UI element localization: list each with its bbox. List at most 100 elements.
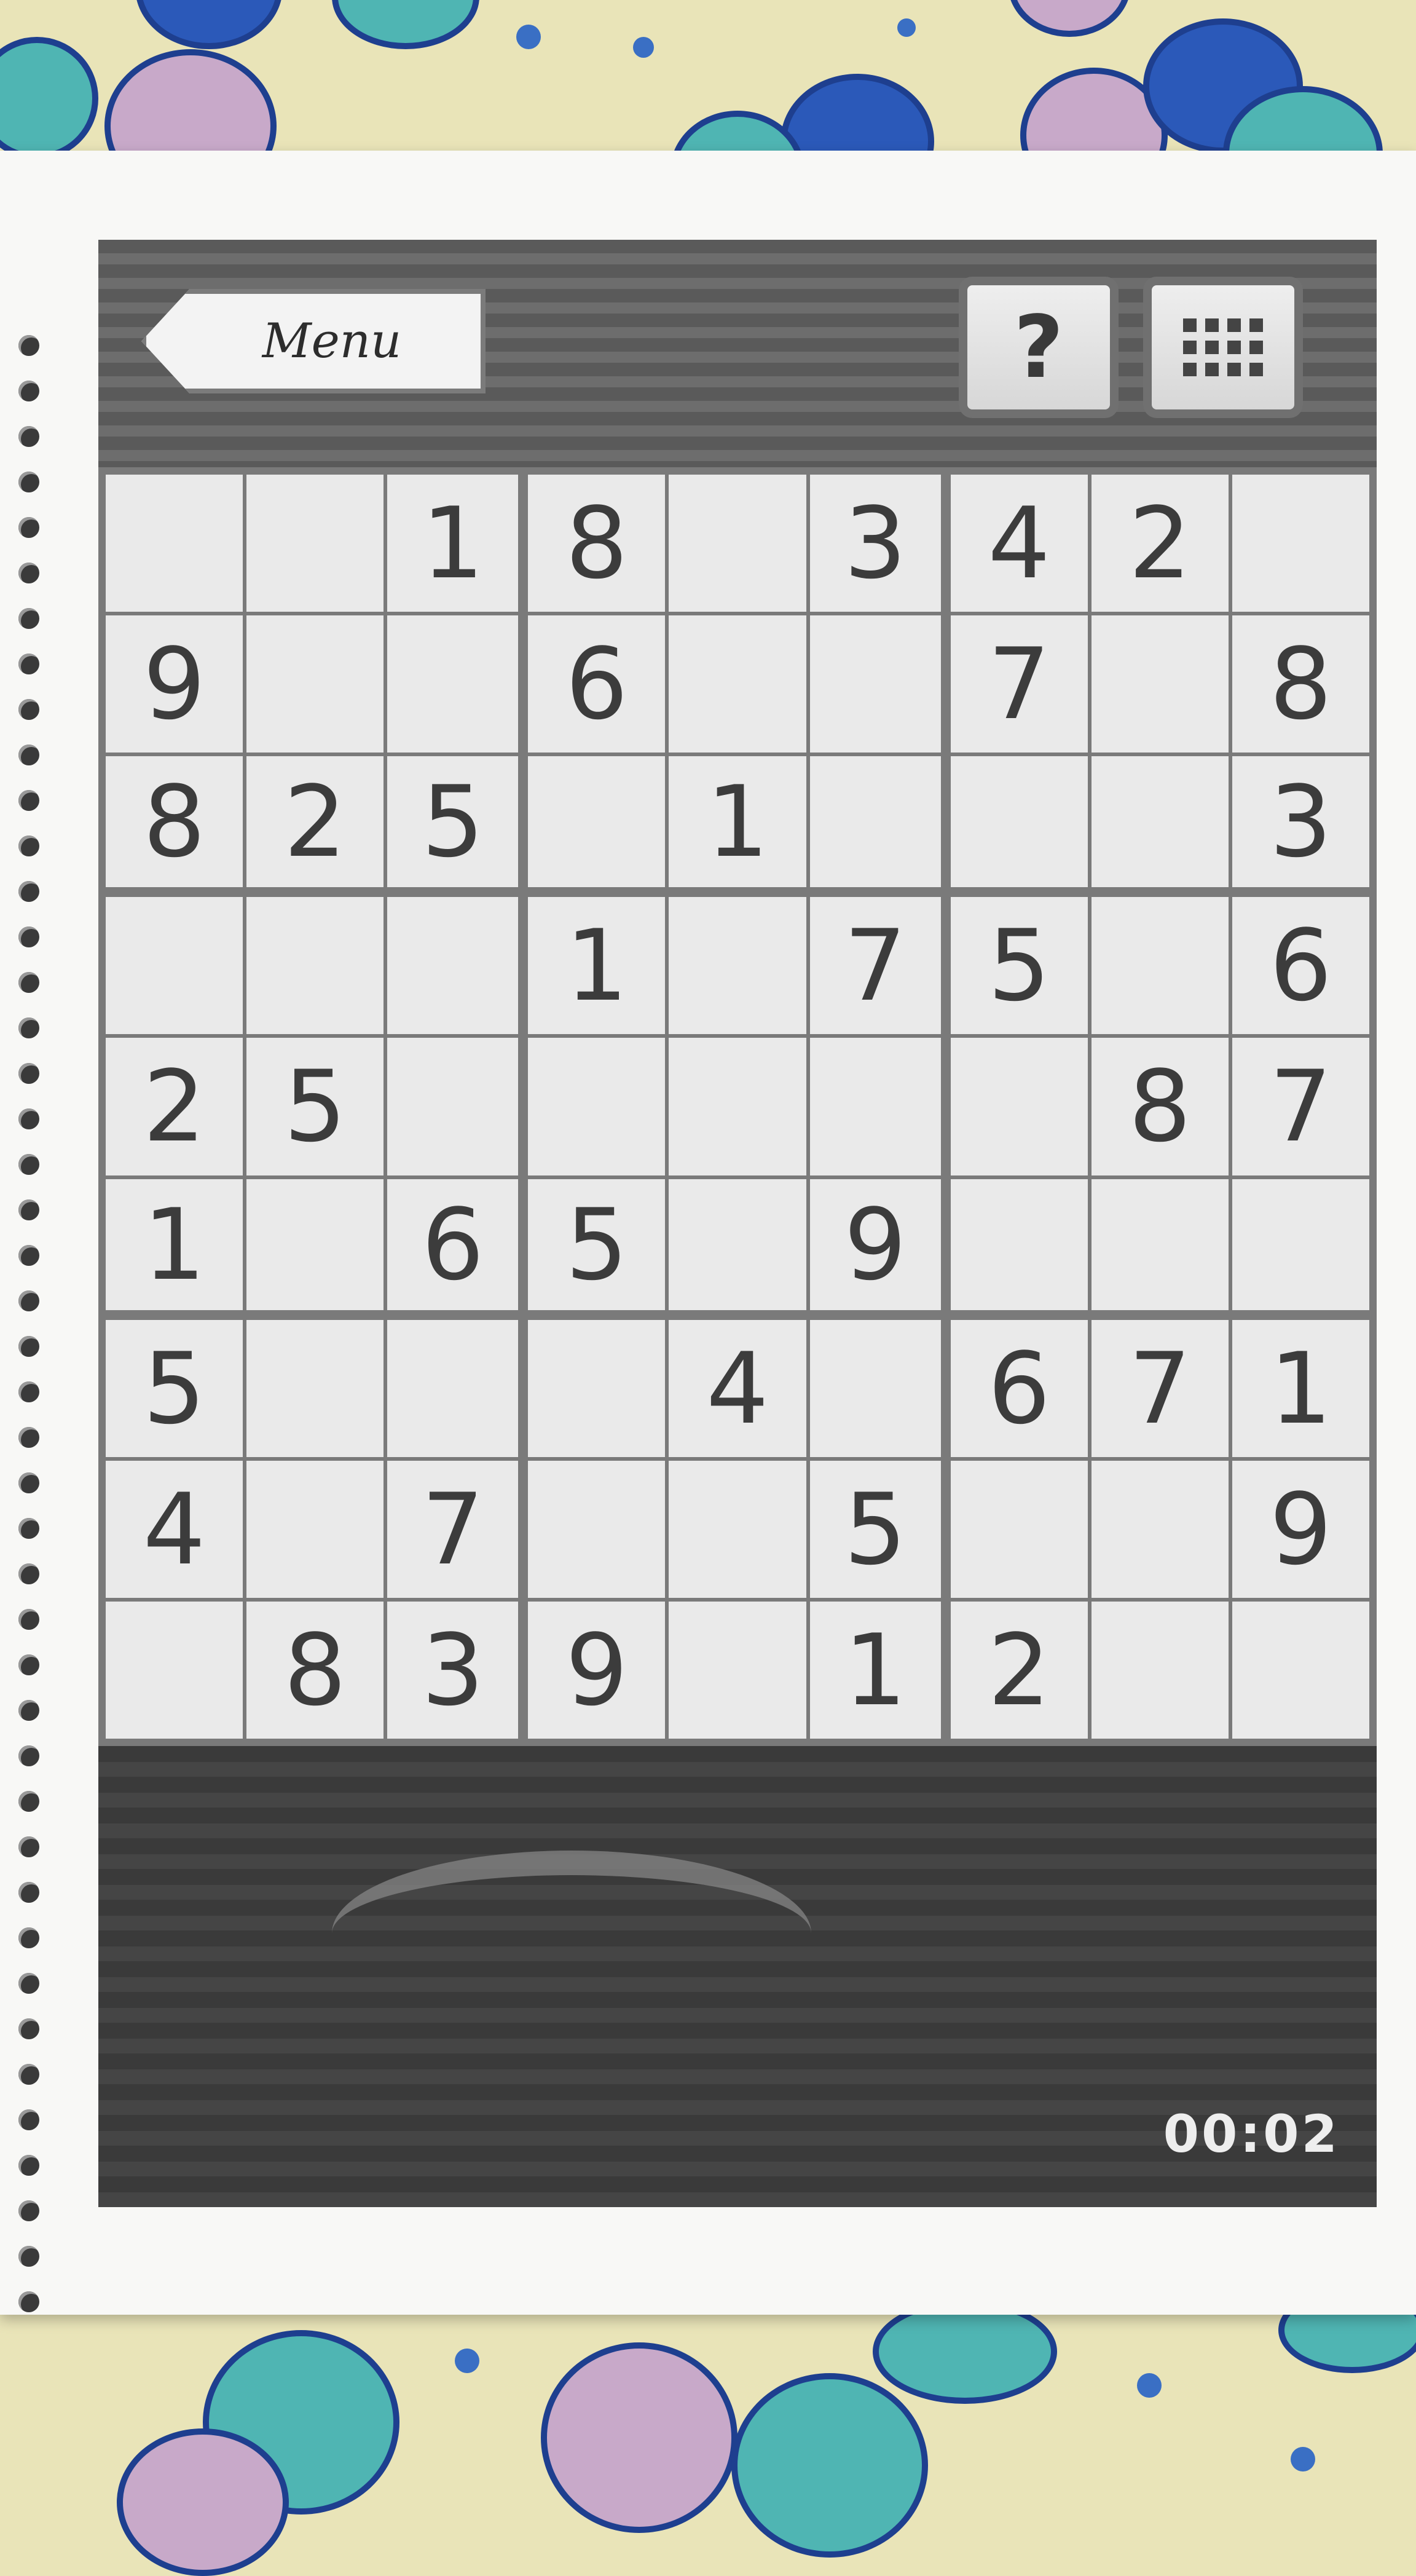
sudoku-cell[interactable]: 1 — [1232, 1319, 1369, 1457]
menu-button-label: Menu — [262, 314, 402, 369]
sudoku-cell[interactable]: 2 — [1091, 475, 1229, 612]
sudoku-cell[interactable] — [669, 1460, 806, 1598]
sudoku-cell[interactable]: 9 — [1232, 1460, 1369, 1598]
binding-hole — [18, 1381, 39, 1402]
sudoku-cell[interactable] — [669, 1038, 806, 1175]
sudoku-cell[interactable] — [246, 475, 384, 612]
sudoku-cell[interactable] — [950, 1179, 1088, 1310]
sudoku-cell[interactable]: 8 — [1091, 1038, 1229, 1175]
sudoku-cell[interactable]: 6 — [387, 1179, 519, 1310]
binding-hole — [18, 1745, 39, 1766]
sudoku-cell[interactable] — [1091, 897, 1229, 1035]
sudoku-cell[interactable]: 3 — [1232, 756, 1369, 888]
sudoku-cell[interactable]: 4 — [950, 475, 1088, 612]
sudoku-cell[interactable]: 5 — [246, 1038, 384, 1175]
sudoku-cell[interactable] — [387, 615, 519, 753]
sudoku-cell[interactable] — [1091, 756, 1229, 888]
binding-hole — [18, 2109, 39, 2130]
game-timer: 00:02 — [1163, 2104, 1340, 2164]
binding-hole — [18, 381, 39, 401]
sudoku-cell[interactable] — [809, 1319, 941, 1457]
sudoku-cell[interactable] — [528, 1319, 666, 1457]
sudoku-cell[interactable]: 5 — [809, 1460, 941, 1598]
sudoku-cell[interactable]: 2 — [106, 1038, 243, 1175]
sudoku-cell[interactable]: 2 — [950, 1601, 1088, 1739]
sudoku-cell[interactable]: 6 — [950, 1319, 1088, 1457]
sudoku-cell[interactable] — [246, 1319, 384, 1457]
sudoku-cell[interactable]: 8 — [246, 1601, 384, 1739]
sudoku-cell[interactable]: 7 — [809, 897, 941, 1035]
sudoku-cell[interactable]: 1 — [669, 756, 806, 888]
sudoku-cell[interactable]: 9 — [106, 615, 243, 753]
binding-hole — [18, 608, 39, 629]
binding-hole — [18, 2291, 39, 2312]
sudoku-cell[interactable] — [1091, 615, 1229, 753]
sudoku-cell[interactable]: 5 — [950, 897, 1088, 1035]
sudoku-cell[interactable] — [669, 475, 806, 612]
sudoku-cell[interactable]: 4 — [106, 1460, 243, 1598]
sudoku-cell[interactable] — [528, 1460, 666, 1598]
sudoku-cell[interactable] — [106, 897, 243, 1035]
sudoku-cell[interactable]: 9 — [809, 1179, 941, 1310]
bottom-panel: 00:02 — [98, 1746, 1377, 2207]
sudoku-cell[interactable]: 7 — [950, 615, 1088, 753]
sudoku-cell[interactable]: 8 — [528, 475, 666, 612]
sudoku-cell[interactable] — [106, 1601, 243, 1739]
sudoku-cell[interactable]: 5 — [106, 1319, 243, 1457]
sudoku-cell[interactable] — [1091, 1601, 1229, 1739]
sudoku-cell[interactable]: 1 — [809, 1601, 941, 1739]
sudoku-cell[interactable] — [669, 615, 806, 753]
sudoku-cell[interactable]: 9 — [528, 1601, 666, 1739]
sudoku-cell[interactable]: 5 — [528, 1179, 666, 1310]
sudoku-cell[interactable]: 1 — [387, 475, 519, 612]
sudoku-cell[interactable] — [669, 1179, 806, 1310]
sudoku-cell[interactable]: 6 — [1232, 897, 1369, 1035]
sudoku-cell[interactable]: 1 — [106, 1179, 243, 1310]
sudoku-cell[interactable] — [809, 756, 941, 888]
menu-button[interactable]: Menu — [141, 289, 486, 393]
sudoku-cell[interactable] — [1232, 1179, 1369, 1310]
sudoku-cell[interactable] — [1091, 1460, 1229, 1598]
game-screen: Menu ? 183429678825131756258716595467147… — [98, 240, 1377, 2207]
help-button[interactable]: ? — [959, 277, 1119, 418]
sudoku-cell[interactable] — [246, 615, 384, 753]
sudoku-cell[interactable]: 6 — [528, 615, 666, 753]
sudoku-cell[interactable] — [246, 1179, 384, 1310]
binding-hole — [18, 1063, 39, 1084]
binding-hole — [18, 1882, 39, 1903]
sudoku-cell[interactable]: 8 — [106, 756, 243, 888]
binding-hole — [18, 745, 39, 765]
sudoku-cell[interactable] — [528, 756, 666, 888]
sudoku-cell[interactable] — [950, 1038, 1088, 1175]
sudoku-cell[interactable]: 5 — [387, 756, 519, 888]
sudoku-cell[interactable] — [1091, 1179, 1229, 1310]
top-bar: Menu ? — [98, 240, 1377, 467]
sudoku-cell[interactable] — [669, 897, 806, 1035]
sudoku-cell[interactable]: 2 — [246, 756, 384, 888]
binding-hole — [18, 426, 39, 447]
sudoku-cell[interactable] — [809, 1038, 941, 1175]
sudoku-cell[interactable] — [387, 1038, 519, 1175]
sudoku-cell[interactable] — [950, 756, 1088, 888]
sudoku-cell[interactable]: 3 — [387, 1601, 519, 1739]
sudoku-cell[interactable] — [528, 1038, 666, 1175]
sudoku-cell[interactable]: 3 — [809, 475, 941, 612]
binding-hole — [18, 1700, 39, 1721]
sudoku-cell[interactable] — [950, 1460, 1088, 1598]
sudoku-cell[interactable] — [669, 1601, 806, 1739]
sudoku-cell[interactable] — [1232, 475, 1369, 612]
sudoku-cell[interactable] — [246, 897, 384, 1035]
sudoku-cell[interactable] — [106, 475, 243, 612]
sudoku-cell[interactable] — [387, 1319, 519, 1457]
sudoku-cell[interactable]: 1 — [528, 897, 666, 1035]
sudoku-cell[interactable]: 8 — [1232, 615, 1369, 753]
sudoku-cell[interactable] — [1232, 1601, 1369, 1739]
sudoku-cell[interactable]: 7 — [1232, 1038, 1369, 1175]
sudoku-cell[interactable]: 7 — [387, 1460, 519, 1598]
sudoku-cell[interactable]: 4 — [669, 1319, 806, 1457]
grid-menu-button[interactable] — [1143, 277, 1303, 418]
sudoku-cell[interactable] — [809, 615, 941, 753]
sudoku-cell[interactable] — [387, 897, 519, 1035]
sudoku-cell[interactable] — [246, 1460, 384, 1598]
sudoku-cell[interactable]: 7 — [1091, 1319, 1229, 1457]
